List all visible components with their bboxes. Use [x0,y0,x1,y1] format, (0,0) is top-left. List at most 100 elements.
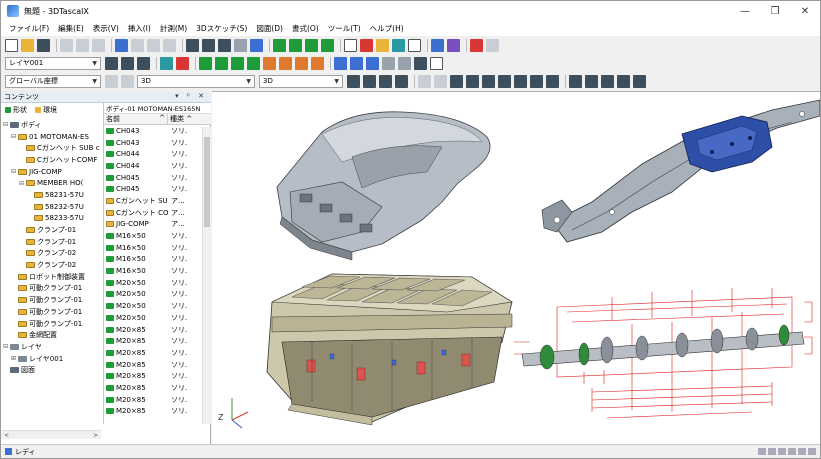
dim-baseline-icon[interactable] [530,74,543,88]
snapshot-icon[interactable] [470,38,483,52]
solid-box-icon[interactable] [199,56,212,70]
tolerance-icon[interactable] [569,74,582,88]
3d-viewport[interactable]: Z [212,91,820,444]
tree-item[interactable]: 可動クランプ-01 [1,306,101,318]
list-item[interactable]: M20×85 ソリ. [104,406,211,418]
jig-fixture-model[interactable] [266,273,513,426]
panel-pin-close-icons[interactable]: ▾ ᵖ ✕ [175,92,207,100]
tree-item[interactable]: クランプ-01 [1,224,101,236]
list-item[interactable]: M16×50 ソリ. [104,242,211,254]
tree-item[interactable]: CガンヘットCOMF [1,154,101,166]
view-select[interactable]: 3D ▼ [137,74,255,88]
scroll-left-icon[interactable]: < [4,432,9,439]
draft-icon[interactable] [311,56,324,70]
tree-item[interactable]: ⊟ レイヤ [1,341,101,353]
list-item[interactable]: M16×50 ソリ. [104,254,211,266]
tree-expander-icon[interactable]: ⊟ [3,343,9,350]
bounding-box-icon[interactable] [430,56,443,70]
dim-ordinate-icon[interactable] [546,74,559,88]
list-item[interactable]: M16×50 ソリ. [104,265,211,277]
tree-expander-icon[interactable]: ⊞ [11,355,17,362]
preview-icon[interactable] [234,38,247,52]
tree-expander-icon[interactable]: ⊟ [19,180,25,187]
dim-linear-icon[interactable] [450,74,463,88]
tree-item[interactable]: クランプ-01 [1,236,101,248]
close-button[interactable]: ✕ [790,1,820,21]
redo-icon[interactable] [131,38,144,52]
dim-radius-icon[interactable] [482,74,495,88]
shading-icon[interactable] [121,56,134,70]
list-item[interactable]: M20×85 ソリ. [104,359,211,371]
view-front-icon[interactable] [273,38,286,52]
copy-move-icon[interactable] [366,56,379,70]
tree-item[interactable]: ⊞ レイヤ001 [1,353,101,365]
menu-insert[interactable]: 挿入(I) [128,23,151,34]
tab-environment[interactable]: 環境 [35,105,61,115]
tree-item[interactable]: ⊟ 01 MOTOMAN-ES [1,131,101,143]
list-item[interactable]: M20×50 ソリ. [104,300,211,312]
align-icon[interactable] [382,56,395,70]
snap-grid-icon[interactable] [347,74,360,88]
tree-item[interactable]: クランプ-02 [1,259,101,271]
list-item[interactable]: M20×85 ソリ. [104,394,211,406]
section-icon[interactable] [408,38,421,52]
mirror-icon[interactable] [344,38,357,52]
solid-union-icon[interactable] [247,56,260,70]
menu-drawing[interactable]: 図面(D) [256,23,283,34]
view-side-icon[interactable] [305,38,318,52]
list-item[interactable]: JIG-COMP ア... [104,219,211,231]
list-item[interactable]: CH044 ソリ. [104,148,211,160]
layer-icon[interactable] [392,38,405,52]
layer-select[interactable]: レイヤ001 ▼ [5,56,101,70]
list-item[interactable]: Cガンヘット SUB ...ア... [104,195,211,207]
tree-item[interactable]: ⊟ ボディ [1,119,101,131]
part-list-scrollbar[interactable] [202,127,211,424]
tree-item[interactable]: 58233-57U [1,213,101,225]
coordinate-select[interactable]: グローバル座標 ▼ [5,74,101,88]
tree-expander-icon[interactable]: ⊟ [3,121,9,128]
delete-icon[interactable] [147,38,160,52]
hide-icon[interactable] [176,56,189,70]
list-item[interactable]: M20×50 ソリ. [104,312,211,324]
dimension-icon[interactable] [434,74,447,88]
help-icon[interactable] [250,38,263,52]
wireframe-icon[interactable] [137,56,150,70]
tab-shape[interactable]: 形状 [5,105,31,115]
list-item[interactable]: M20×85 ソリ. [104,382,211,394]
person-icon[interactable] [431,38,444,52]
list-item[interactable]: CH044 ソリ. [104,160,211,172]
dim-diameter-icon[interactable] [498,74,511,88]
paste-icon[interactable] [92,38,105,52]
save-icon[interactable] [37,38,50,52]
datum-icon[interactable] [601,74,614,88]
solid-extrude-icon[interactable] [215,56,228,70]
brush-icon[interactable] [414,56,427,70]
list-item[interactable]: M20×85 ソリ. [104,324,211,336]
list-item[interactable]: M16×50 ソリ. [104,230,211,242]
undo-icon[interactable] [115,38,128,52]
move-icon[interactable] [350,56,363,70]
tree-item[interactable]: ⊟ JIG-COMP [1,166,101,178]
chamfer-icon[interactable] [279,56,292,70]
tree-item[interactable]: Cガンヘット SUB c [1,142,101,154]
dim-chain-icon[interactable] [514,74,527,88]
list-item[interactable]: M20×85 ソリ. [104,335,211,347]
tree-item[interactable]: 可動クランプ-01 [1,283,101,295]
tree-expander-icon[interactable]: ⊟ [11,133,17,140]
roughness-icon[interactable] [585,74,598,88]
pick-direction-icon[interactable] [121,74,134,88]
tree-item[interactable]: ⊟ MEMBER HO( [1,177,101,189]
fillet-icon[interactable] [263,56,276,70]
options-icon[interactable] [486,38,499,52]
molded-part-model[interactable] [276,111,491,261]
tree-item[interactable]: 58231-57U [1,189,101,201]
tree-horizontal-scrollbar[interactable]: < > [1,430,101,439]
weld-symbol-icon[interactable] [633,74,646,88]
section-view-icon[interactable] [160,56,173,70]
view-top-icon[interactable] [289,38,302,52]
mode-select[interactable]: 3D ▼ [259,74,343,88]
list-item[interactable]: CH043 ソリ. [104,137,211,149]
shaft-drawing-model[interactable] [514,288,813,419]
new-file-icon[interactable] [5,38,18,52]
render-icon[interactable] [447,38,460,52]
